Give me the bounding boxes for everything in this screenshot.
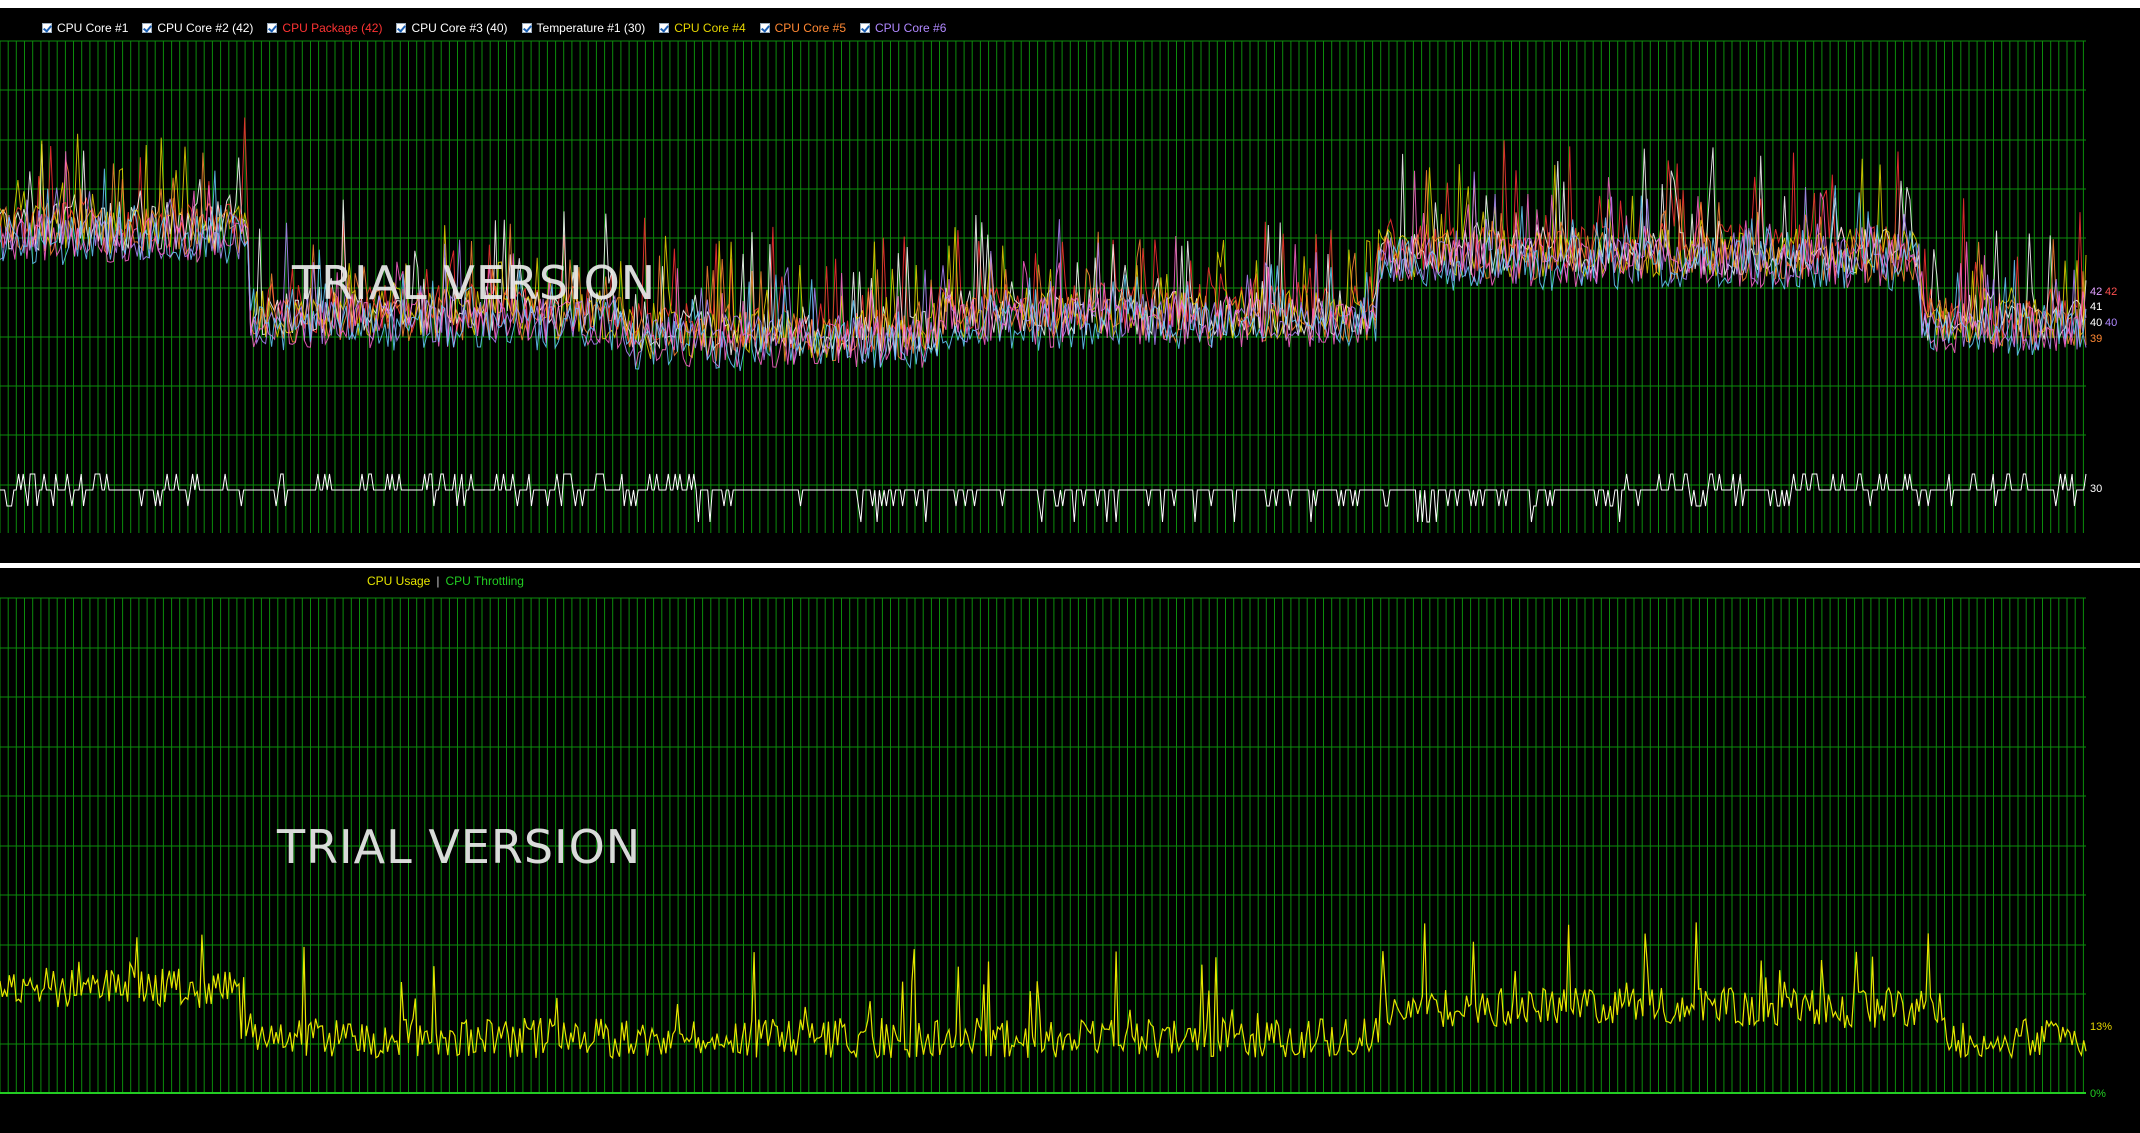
series-value-label: 41	[2090, 301, 2102, 313]
temperature-legend: CPU Core #1 CPU Core #2 (42) CPU Package (…	[0, 16, 960, 40]
legend-separator: |	[436, 574, 440, 588]
legend-item[interactable]: CPU Core #4	[659, 21, 746, 35]
legend-checkbox[interactable]	[396, 23, 407, 33]
legend-checkbox[interactable]	[759, 23, 770, 33]
legend-checkbox[interactable]	[521, 23, 532, 33]
series-value-label: 40	[2090, 317, 2102, 329]
legend-item[interactable]: CPU Core #5	[759, 21, 846, 35]
legend-cpu-throttling[interactable]: CPU Throttling	[445, 574, 523, 588]
throttling-value-label: 0%	[2090, 1088, 2106, 1100]
legend-checkbox[interactable]	[142, 23, 153, 33]
legend-label: CPU Core #4	[674, 21, 746, 35]
legend-label: CPU Core #2 (42)	[157, 21, 254, 35]
series-value-label: 42	[2105, 286, 2117, 298]
series-value-label: 39	[2090, 333, 2102, 345]
usage-chart-panel: 13% 0% CPU Usage | CPU Throttling TRIAL V…	[0, 568, 2140, 1133]
legend-label: CPU Core #3 (40)	[411, 21, 508, 35]
series-value-label: 40	[2105, 317, 2117, 329]
legend-label: CPU Core #6	[875, 21, 947, 35]
series-value-label: 42	[2090, 286, 2102, 298]
legend-checkbox[interactable]	[267, 23, 278, 33]
legend-checkbox[interactable]	[659, 23, 670, 33]
series-value-label: 30	[2090, 483, 2102, 495]
legend-checkbox[interactable]	[42, 23, 52, 33]
legend-label: CPU Package (42)	[282, 21, 383, 35]
legend-checkbox[interactable]	[860, 23, 870, 33]
legend-item[interactable]: CPU Core #3 (40)	[396, 21, 508, 35]
trial-watermark-bottom: TRIAL VERSION	[277, 820, 642, 874]
legend-item[interactable]: CPU Package (42)	[267, 22, 382, 34]
legend-label: Temperature #1 (30)	[536, 21, 646, 35]
usage-legend: CPU Usage | CPU Throttling	[367, 574, 524, 588]
legend-cpu-usage[interactable]: CPU Usage	[367, 574, 430, 588]
legend-label: CPU Core #5	[774, 21, 846, 35]
legend-item[interactable]: CPU Core #2 (42)	[142, 22, 253, 34]
temperature-chart-panel: 42 42 41 40 40 39 30 CPU Core #1 CPU Core #2 (4…	[0, 0, 2140, 566]
legend-label: CPU Core #1	[57, 21, 129, 35]
trial-watermark-top: TRIAL VERSION	[292, 256, 657, 310]
legend-item[interactable]: CPU Core #1	[42, 22, 128, 34]
usage-value-label: 13%	[2090, 1021, 2112, 1033]
legend-item[interactable]: Temperature #1 (30)	[521, 21, 646, 35]
legend-item[interactable]: CPU Core #6	[860, 22, 946, 34]
